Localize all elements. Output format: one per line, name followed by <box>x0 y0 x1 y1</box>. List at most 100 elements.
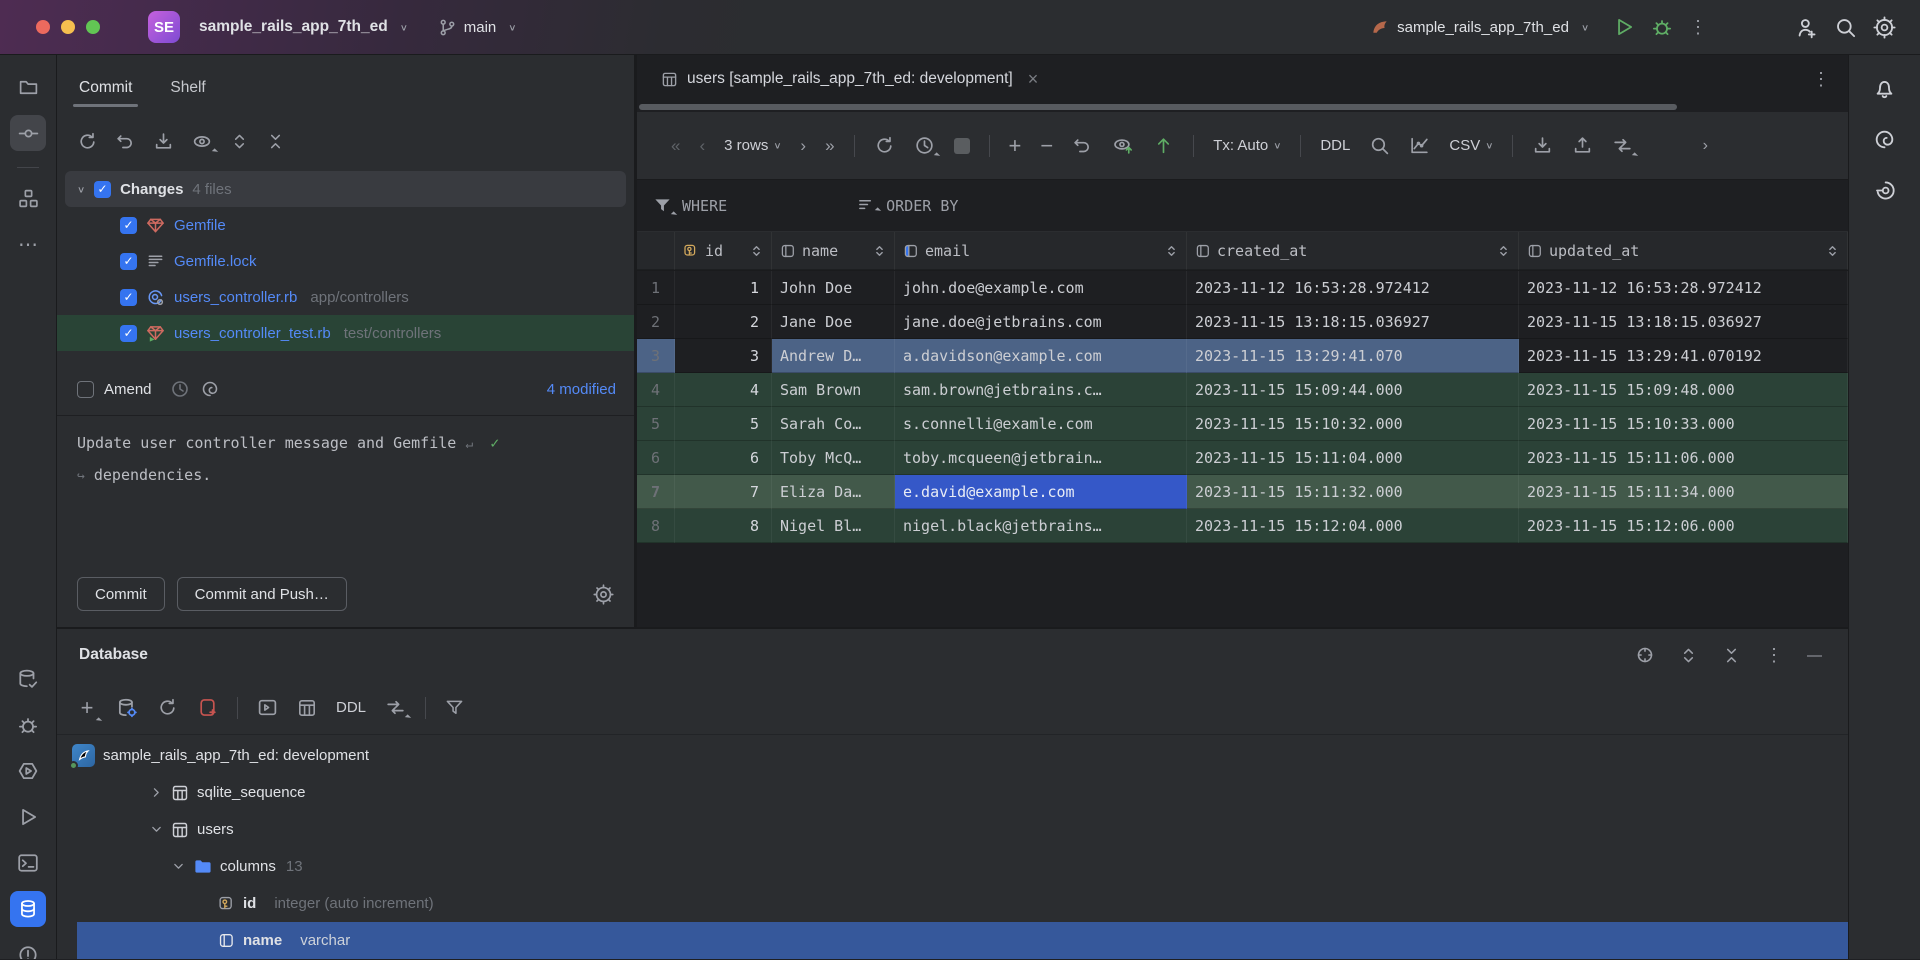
tab-commit[interactable]: Commit <box>77 69 134 107</box>
database-tool-button[interactable] <box>10 891 46 927</box>
row-number[interactable]: 8 <box>637 509 675 543</box>
ai-assistant-icon[interactable] <box>1873 128 1896 151</box>
tab-shelf[interactable]: Shelf <box>168 69 207 107</box>
cell-updated-at[interactable]: 2023-11-15 13:18:15.036927 <box>1519 305 1848 339</box>
structure-tool-button[interactable] <box>10 180 46 216</box>
commit-button[interactable]: Commit <box>77 577 165 611</box>
row-number[interactable]: 7 <box>637 475 675 509</box>
cell-name[interactable]: Sarah Co… <box>772 407 895 441</box>
filter-funnel-icon[interactable] <box>445 698 464 717</box>
cell-updated-at[interactable]: 2023-11-15 15:11:34.000 <box>1519 475 1848 509</box>
file-checkbox[interactable]: ✓ <box>120 253 137 270</box>
jump-to-editor-icon[interactable] <box>385 697 406 718</box>
scrollbar-thumb[interactable] <box>639 104 1677 110</box>
cell-created-at[interactable]: 2023-11-15 15:11:32.000 <box>1187 475 1519 509</box>
chevron-down-icon[interactable] <box>150 823 163 836</box>
query-history-clock-icon[interactable] <box>914 135 935 156</box>
cell-updated-at[interactable]: 2023-11-15 15:09:48.000 <box>1519 373 1848 407</box>
previous-page-button[interactable]: ‹ <box>699 136 705 156</box>
notifications-bell-icon[interactable] <box>1873 77 1896 100</box>
cell-updated-at[interactable]: 2023-11-15 15:12:06.000 <box>1519 509 1848 543</box>
cell-email[interactable]: nigel.black@jetbrains… <box>895 509 1187 543</box>
add-row-button[interactable]: + <box>1009 133 1022 159</box>
run-tool-button[interactable] <box>10 799 46 835</box>
collapse-all-icon[interactable] <box>1722 646 1741 665</box>
reload-data-icon[interactable] <box>874 135 895 156</box>
run-config-selector[interactable]: sample_rails_app_7th_ed ∨ <box>1363 13 1597 42</box>
collapse-all-icon[interactable] <box>266 132 285 151</box>
changes-group-row[interactable]: ∨ ✓ Changes 4 files <box>65 171 626 207</box>
sort-icon[interactable] <box>1497 244 1510 258</box>
cell-email-active[interactable]: e.david@example.com <box>895 475 1187 509</box>
cell-created-at[interactable]: 2023-11-15 15:12:04.000 <box>1187 509 1519 543</box>
cell-name[interactable]: Andrew D… <box>772 339 895 373</box>
rollback-icon[interactable] <box>115 131 136 152</box>
cell-id[interactable]: 8 <box>675 509 772 543</box>
amend-checkbox[interactable] <box>77 381 94 398</box>
modified-files-link[interactable]: 4 modified <box>547 381 616 398</box>
transaction-mode-selector[interactable]: Tx: Auto∨ <box>1213 137 1281 154</box>
chevron-right-icon[interactable] <box>150 786 163 799</box>
order-by-icon[interactable] <box>857 196 876 215</box>
cell-name[interactable]: Sam Brown <box>772 373 895 407</box>
view-options-eye-icon[interactable] <box>191 131 213 152</box>
cell-created-at[interactable]: 2023-11-15 15:09:44.000 <box>1187 373 1519 407</box>
cell-email[interactable]: jane.doe@jetbrains.com <box>895 305 1187 339</box>
more-actions-kebab[interactable]: ⋮ <box>1689 17 1707 38</box>
maximize-window-button[interactable] <box>86 20 100 34</box>
sort-icon[interactable] <box>1826 244 1839 258</box>
cell-id[interactable]: 3 <box>675 339 772 373</box>
project-tool-button[interactable] <box>10 69 46 105</box>
cell-email[interactable]: john.doe@example.com <box>895 271 1187 305</box>
column-header-updated-at[interactable]: updated_at <box>1519 232 1848 270</box>
debug-tool-button[interactable] <box>10 707 46 743</box>
chevron-down-icon[interactable] <box>172 860 185 873</box>
more-tools-button[interactable]: ⋯ <box>10 226 46 262</box>
table-icon[interactable] <box>297 698 317 718</box>
page-size-selector[interactable]: 3 rows∨ <box>724 137 781 154</box>
column-header-created-at[interactable]: created_at <box>1187 232 1519 270</box>
locate-target-icon[interactable] <box>1635 645 1655 665</box>
cell-created-at[interactable]: 2023-11-15 15:10:32.000 <box>1187 407 1519 441</box>
last-page-button[interactable]: » <box>825 136 834 156</box>
changed-file-row[interactable]: ✓ Gemfile.lock <box>57 243 634 279</box>
chevron-down-icon[interactable]: ∨ <box>77 184 85 194</box>
cell-created-at[interactable]: 2023-11-15 15:11:04.000 <box>1187 441 1519 475</box>
editor-tab-users[interactable]: users [sample_rails_app_7th_ed: developm… <box>661 69 1038 90</box>
cell-created-at[interactable]: 2023-11-12 16:53:28.972412 <box>1187 271 1519 305</box>
chart-icon[interactable] <box>1409 135 1430 156</box>
commit-settings-gear-icon[interactable] <box>593 584 614 605</box>
cell-created-at[interactable]: 2023-11-15 13:18:15.036927 <box>1187 305 1519 339</box>
commit-tool-button[interactable] <box>10 115 46 151</box>
search-icon[interactable] <box>1834 16 1857 39</box>
history-clock-icon[interactable] <box>170 379 190 399</box>
problems-tool-button[interactable] <box>10 937 46 959</box>
row-number[interactable]: 1 <box>637 271 675 305</box>
changed-file-row[interactable]: ✓ users_controller.rb app/controllers <box>57 279 634 315</box>
where-clause-field[interactable]: WHERE <box>682 197 727 215</box>
disconnect-icon[interactable] <box>197 697 218 718</box>
filter-funnel-icon[interactable] <box>653 196 672 215</box>
export-icon[interactable] <box>1572 135 1593 156</box>
refresh-icon[interactable] <box>157 697 178 718</box>
commit-message-editor[interactable]: Update user controller message and Gemfi… <box>57 415 634 492</box>
row-number[interactable]: 3 <box>637 339 675 373</box>
terminal-tool-button[interactable] <box>10 845 46 881</box>
column-header-name[interactable]: name <box>772 232 895 270</box>
submit-changes-icon[interactable] <box>1153 135 1174 156</box>
ddl-button[interactable]: DDL <box>336 699 366 716</box>
services-tool-button[interactable] <box>10 753 46 789</box>
find-icon[interactable] <box>1369 135 1390 156</box>
datasource-properties-icon[interactable] <box>116 697 138 719</box>
sort-icon[interactable] <box>873 244 886 258</box>
new-datasource-plus-icon[interactable]: + <box>77 695 97 721</box>
cell-id[interactable]: 2 <box>675 305 772 339</box>
tree-item-users-table[interactable]: users <box>57 811 1848 848</box>
changed-file-row[interactable]: ✓ Gemfile <box>57 207 634 243</box>
code-with-me-icon[interactable] <box>1795 16 1818 39</box>
commit-checks-tool-button[interactable] <box>10 661 46 697</box>
pull-requests-icon[interactable] <box>1873 179 1896 202</box>
query-console-icon[interactable] <box>257 697 278 718</box>
cell-id[interactable]: 5 <box>675 407 772 441</box>
tree-item-column-id[interactable]: id integer (auto increment) <box>57 885 1848 922</box>
